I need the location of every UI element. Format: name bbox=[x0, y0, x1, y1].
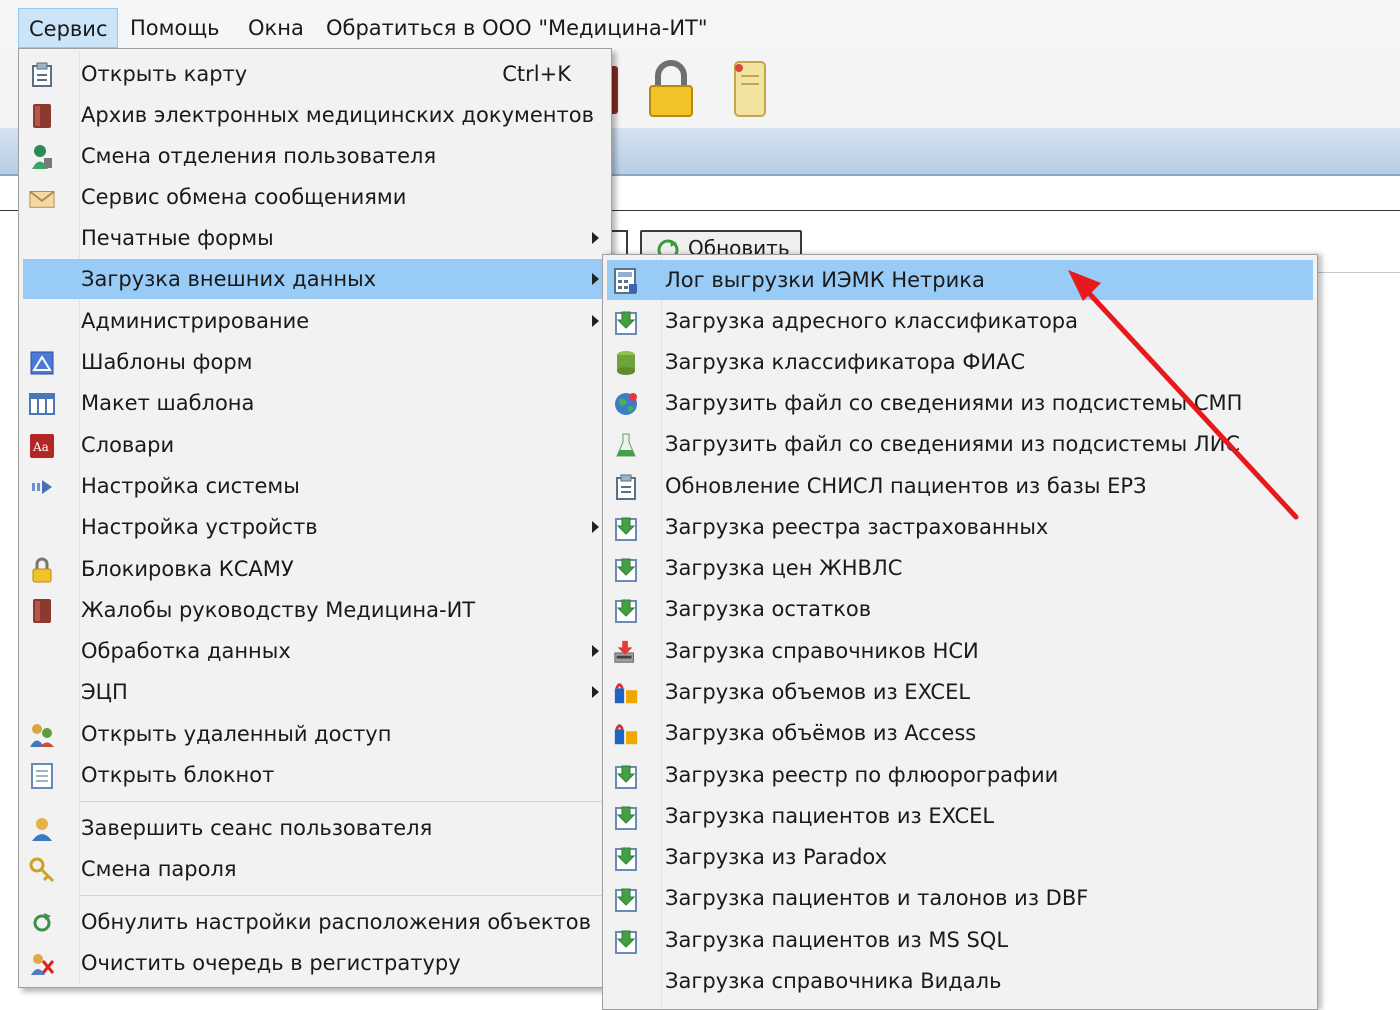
annotation-arrow-shaft bbox=[1083, 287, 1299, 520]
annotation-arrow-head bbox=[1068, 270, 1101, 301]
annotation-arrow bbox=[1068, 270, 1299, 520]
